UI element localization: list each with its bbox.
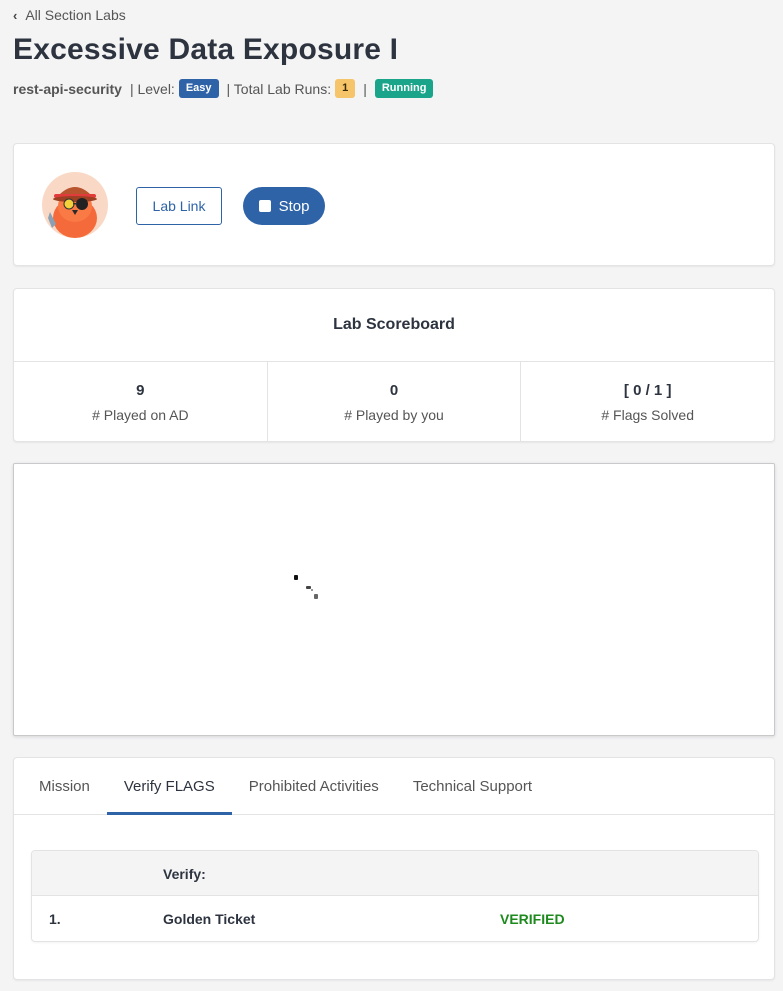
- stat-label: # Played on AD: [92, 406, 189, 423]
- stat-played-on-ad: 9 # Played on AD: [14, 362, 268, 442]
- lab-embed-frame[interactable]: [13, 463, 775, 736]
- tab-verify-flags[interactable]: Verify FLAGS: [106, 758, 232, 815]
- stat-flags-solved: [ 0 / 1 ] # Flags Solved: [521, 362, 774, 442]
- stat-value: [ 0 / 1 ]: [623, 381, 672, 399]
- tab-mission[interactable]: Mission: [22, 758, 107, 814]
- avatar: [42, 172, 108, 238]
- back-link-label: All Section Labs: [25, 7, 126, 23]
- lab-actions-card: Lab Link Stop: [13, 143, 775, 266]
- hacker-bird-icon: [48, 187, 97, 238]
- stat-label: # Flags Solved: [601, 406, 694, 423]
- stat-value: 0: [389, 381, 399, 399]
- runs-count-badge: 1: [335, 79, 356, 98]
- stat-label: # Played by you: [344, 406, 444, 423]
- page-title: Excessive Data Exposure I: [13, 33, 399, 66]
- verify-column-header: Verify:: [163, 866, 206, 882]
- lab-details-card: Mission Verify FLAGS Prohibited Activiti…: [13, 757, 775, 980]
- lab-meta-row: rest-api-security | Level: Easy | Total …: [13, 79, 434, 98]
- meta-separator: |: [363, 80, 367, 97]
- loading-spinner-icon: [294, 575, 318, 599]
- flag-status: VERIFIED: [500, 911, 565, 927]
- stop-button-label: Stop: [278, 197, 310, 215]
- stat-played-by-you: 0 # Played by you: [268, 362, 522, 442]
- level-badge: Easy: [178, 79, 219, 98]
- lab-tabs: Mission Verify FLAGS Prohibited Activiti…: [14, 758, 774, 815]
- stop-button[interactable]: Stop: [243, 187, 325, 225]
- back-to-section-labs-link[interactable]: ‹ All Section Labs: [13, 7, 126, 23]
- lab-category: rest-api-security: [13, 80, 122, 97]
- scoreboard-title: Lab Scoreboard: [14, 289, 774, 362]
- tab-prohibited-activities[interactable]: Prohibited Activities: [232, 758, 396, 814]
- chevron-left-icon: ‹: [13, 7, 18, 23]
- lab-scoreboard-card: Lab Scoreboard 9 # Played on AD 0 # Play…: [13, 288, 775, 442]
- status-badge: Running: [374, 79, 434, 98]
- flag-name: Golden Ticket: [163, 911, 256, 927]
- flag-number: 1.: [49, 911, 61, 927]
- stop-icon: [258, 200, 271, 212]
- runs-label: | Total Lab Runs:: [226, 80, 332, 97]
- verify-flags-table: Verify: 1. Golden Ticket VERIFIED: [31, 850, 759, 942]
- lab-link-button[interactable]: Lab Link: [136, 187, 222, 225]
- level-label: | Level:: [129, 80, 175, 97]
- tab-technical-support[interactable]: Technical Support: [396, 758, 549, 814]
- table-row: 1. Golden Ticket VERIFIED: [32, 896, 758, 941]
- table-header: Verify:: [32, 851, 758, 896]
- stat-value: 9: [136, 381, 145, 399]
